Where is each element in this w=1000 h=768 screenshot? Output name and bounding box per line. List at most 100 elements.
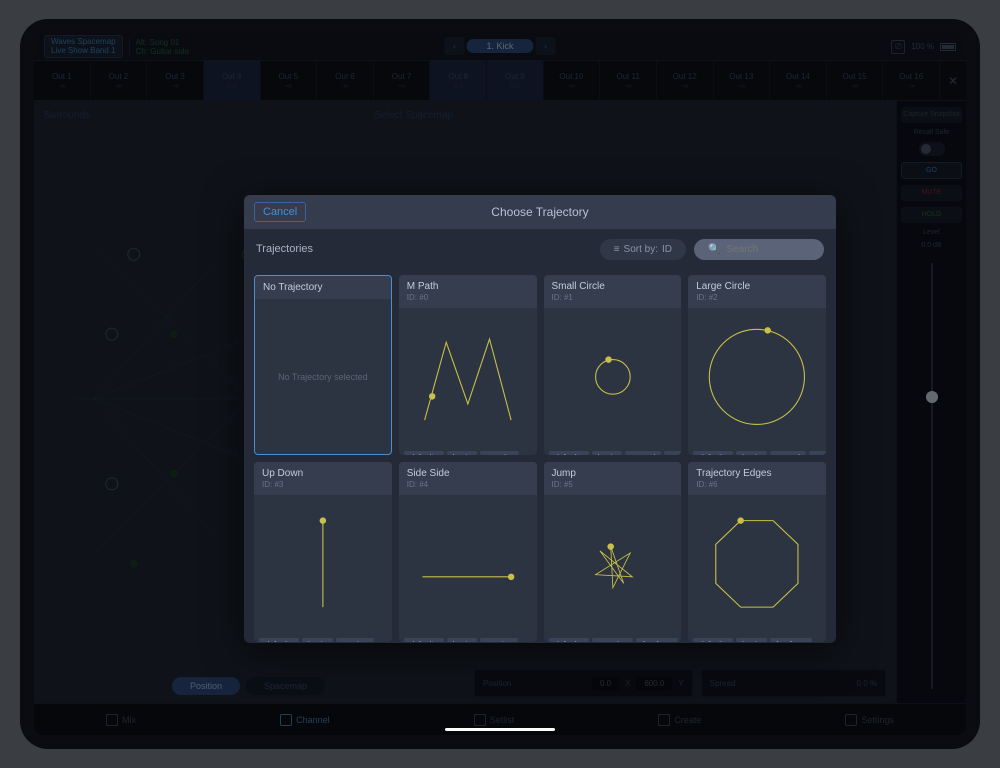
trajectory-card-3[interactable]: Up DownID: #3defaultsbasicprecise (254, 462, 392, 642)
trajectory-card-0[interactable]: M PathID: #0defaultsbasicangular (399, 275, 537, 455)
mute-button[interactable]: MUTE (901, 185, 962, 201)
plus-icon (280, 714, 292, 726)
output-3[interactable]: Out 3-∞ (147, 61, 204, 100)
tag: precis (809, 451, 826, 455)
prev-channel-button[interactable]: ‹ (444, 37, 464, 55)
output-value: -∞ (58, 83, 65, 90)
trajectory-card-none[interactable]: No TrajectoryNo Trajectory selected (254, 275, 392, 455)
surrounds-label: Surrounds (44, 110, 90, 121)
nav-channel[interactable]: Channel (280, 714, 330, 726)
search-icon: 🔍 (708, 244, 720, 255)
trajectory-card-6[interactable]: Trajectory EdgesID: #6defaultsbasicfreef… (688, 462, 826, 642)
card-title: Jump (552, 468, 674, 479)
tag: defaults (259, 638, 299, 642)
position-x[interactable]: 0.0 (592, 677, 619, 690)
output-1[interactable]: Out 1-∞ (34, 61, 91, 100)
tab-position[interactable]: Position (172, 677, 240, 695)
output-9[interactable]: Out 90.0 (487, 61, 544, 100)
close-outputs-button[interactable]: ✕ (940, 61, 966, 100)
tag: precise (336, 638, 374, 642)
tag: defaults (549, 638, 589, 642)
tag: precise (480, 638, 518, 642)
next-channel-button[interactable]: › (536, 37, 556, 55)
output-label: Out 10 (559, 72, 583, 81)
output-value: -∞ (851, 83, 858, 90)
nav-setlist[interactable]: Setlist (474, 714, 515, 726)
sort-button[interactable]: ≡ Sort by: ID (600, 239, 686, 260)
output-value: -∞ (738, 83, 745, 90)
trajectory-preview (399, 308, 537, 446)
tag: basic (447, 451, 478, 455)
tab-spacemap[interactable]: Spacemap (246, 677, 325, 695)
output-4[interactable]: Out 4 0.0 (204, 61, 261, 100)
output-14[interactable]: Out 14-∞ (770, 61, 827, 100)
recall-safe-toggle[interactable] (919, 142, 945, 156)
output-16[interactable]: Out 16-∞ (883, 61, 940, 100)
output-11[interactable]: Out 11-∞ (600, 61, 657, 100)
output-8[interactable]: Out 8 0.0 (430, 61, 487, 100)
trajectory-preview (254, 495, 392, 633)
search-field[interactable]: 🔍 (694, 239, 824, 260)
output-12[interactable]: Out 12-∞ (657, 61, 714, 100)
card-title: Trajectory Edges (696, 468, 818, 479)
go-button[interactable]: GO (901, 162, 962, 180)
output-value: -∞ (341, 83, 348, 90)
card-id: ID: #0 (407, 293, 529, 302)
nav-settings[interactable]: Settings (845, 714, 894, 726)
output-value: -∞ (568, 83, 575, 90)
trajectory-card-4[interactable]: Side SideID: #4defaultsbasicprecise (399, 462, 537, 642)
spread-box: Spread 0.0 % (701, 669, 886, 697)
trajectory-card-5[interactable]: JumpID: #5defaultscomplexfreeforma (544, 462, 682, 642)
tag: basic (302, 638, 333, 642)
level-slider[interactable] (931, 263, 933, 689)
output-value: 0.0 (453, 83, 463, 90)
output-13[interactable]: Out 13 -∞ (714, 61, 771, 100)
recall-safe-label: Recall Safe (914, 129, 950, 136)
trajectory-preview (688, 308, 826, 446)
position-y[interactable]: 600.0 (636, 677, 672, 690)
output-value: 0.0 (227, 83, 237, 90)
output-label: Out 13 (729, 72, 753, 81)
card-id: ID: #2 (696, 293, 818, 302)
select-spacemap-button[interactable]: Select Spacemap (375, 110, 453, 121)
search-input[interactable] (726, 244, 806, 255)
nav-mix[interactable]: Mix (106, 714, 136, 726)
trajectory-preview (688, 495, 826, 633)
card-id: ID: #1 (552, 293, 674, 302)
output-label: Out 8 (448, 72, 468, 81)
card-id: ID: #6 (696, 480, 818, 489)
tag: precis (664, 451, 681, 455)
grid-icon (106, 714, 118, 726)
output-15[interactable]: Out 15-∞ (827, 61, 884, 100)
output-label: Out 11 (616, 72, 639, 81)
trajectories-heading: Trajectories (256, 243, 313, 255)
capture-snapshot-button[interactable]: Capture Snapshot (901, 107, 962, 123)
modal-title: Choose Trajectory (491, 205, 588, 219)
tag: defaults (404, 638, 444, 642)
project-box[interactable]: Waves Spacemap Live Show Band 1 (44, 35, 123, 59)
output-5[interactable]: Out 5-∞ (261, 61, 318, 100)
trajectory-preview (544, 308, 682, 446)
tag: basic (447, 638, 478, 642)
output-value: 0.0 (510, 83, 520, 90)
output-6[interactable]: Out 6-∞ (317, 61, 374, 100)
output-2[interactable]: Out 2-∞ (91, 61, 148, 100)
home-indicator[interactable] (445, 728, 555, 731)
trajectory-card-2[interactable]: Large CircleID: #2defaultsbasiccurvedpre… (688, 275, 826, 455)
hold-button[interactable]: HOLD (901, 207, 962, 223)
output-value: -∞ (285, 83, 292, 90)
output-value: -∞ (681, 83, 688, 90)
mixer-icon[interactable]: ⎚ (891, 40, 905, 54)
channel-pill[interactable]: 1. Kick (466, 39, 533, 53)
card-title: M Path (407, 281, 529, 292)
tag: defaults (404, 451, 444, 455)
battery-percent: 100 % (911, 42, 934, 51)
output-label: Out 4 (222, 72, 242, 81)
output-label: Out 2 (109, 72, 129, 81)
cancel-button[interactable]: Cancel (254, 202, 306, 222)
project-sub: Live Show Band 1 (51, 47, 116, 56)
output-7[interactable]: Out 7-∞ (374, 61, 431, 100)
output-10[interactable]: Out 10 -∞ (544, 61, 601, 100)
trajectory-card-1[interactable]: Small CircleID: #1defaultsbasiccurvedpre… (544, 275, 682, 455)
nav-create[interactable]: Create (658, 714, 701, 726)
